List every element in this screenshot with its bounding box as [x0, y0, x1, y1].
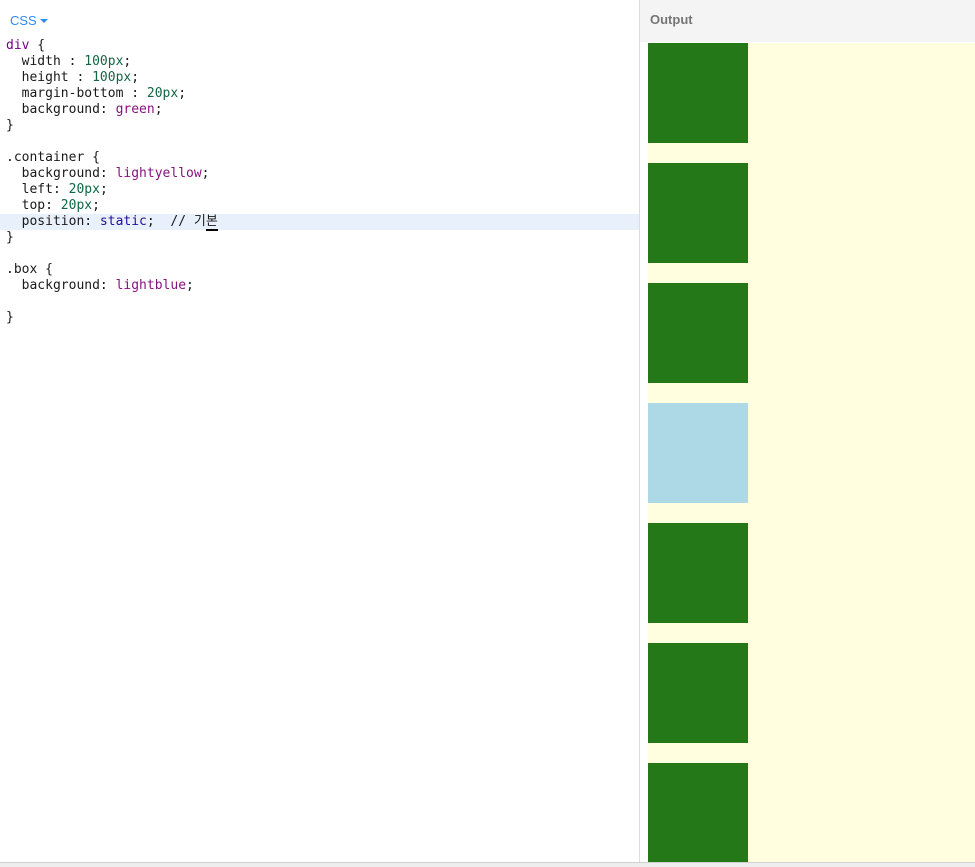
output-header: Output	[640, 0, 975, 42]
code-token: top:	[6, 198, 61, 213]
language-label: CSS	[10, 12, 37, 28]
preview-box	[648, 643, 748, 743]
code-token: ;	[92, 198, 100, 213]
code-token: ;	[131, 70, 140, 85]
code-line[interactable]: top: 20px;	[0, 198, 639, 214]
code-token: 100px	[92, 70, 132, 85]
code-token: background:	[6, 102, 116, 117]
code-token: {	[29, 38, 46, 53]
code-token: ;	[186, 278, 194, 293]
chevron-down-icon	[39, 19, 48, 23]
code-token: 100px	[84, 54, 124, 69]
bottom-bar	[0, 862, 975, 867]
code-line[interactable]: margin-bottom : 20px;	[0, 86, 639, 102]
code-token: lightblue	[115, 278, 187, 293]
code-token: static	[99, 214, 147, 229]
code-line[interactable]: background: lightblue;	[0, 278, 639, 294]
code-line[interactable]: width : 100px;	[0, 54, 639, 70]
code-line[interactable]: left: 20px;	[0, 182, 639, 198]
code-line[interactable]	[0, 246, 639, 262]
code-line[interactable]: }	[0, 310, 639, 326]
code-token: }	[6, 118, 14, 133]
code-line[interactable]: }	[0, 230, 639, 246]
language-dropdown[interactable]: CSS	[10, 12, 48, 28]
code-line[interactable]: position: static; // 기본	[0, 214, 639, 231]
preview-box	[648, 163, 748, 263]
code-token: div	[6, 38, 30, 53]
code-token: }	[6, 230, 14, 245]
code-token: .container {	[6, 150, 100, 165]
preview-box	[648, 403, 748, 503]
code-token: width :	[6, 54, 85, 69]
code-token: 20px	[68, 182, 100, 197]
preview-box	[648, 763, 748, 862]
code-token: left:	[6, 182, 69, 197]
code-line[interactable]: div {	[0, 38, 639, 54]
code-line[interactable]: background: lightyellow;	[0, 166, 639, 182]
code-line[interactable]: .box {	[0, 262, 639, 278]
output-pane: Output	[640, 0, 975, 862]
output-title: Output	[650, 12, 693, 27]
code-token: 20px	[60, 198, 93, 213]
code-token: ;	[178, 86, 187, 101]
code-line[interactable]: background: green;	[0, 102, 639, 118]
code-token: ; // 기	[146, 214, 206, 229]
preview-box	[648, 43, 748, 143]
code-token: }	[6, 310, 14, 325]
code-token: position:	[6, 214, 100, 229]
code-token: green	[115, 102, 155, 117]
code-token: 20px	[146, 86, 179, 101]
code-token: background:	[6, 278, 116, 293]
code-token: .box {	[6, 262, 53, 277]
code-token: ;	[201, 166, 210, 181]
preview-box	[648, 523, 748, 623]
code-token: ;	[99, 182, 108, 197]
code-line[interactable]: height : 100px;	[0, 70, 639, 86]
preview-container	[648, 43, 975, 862]
code-line[interactable]: }	[0, 118, 639, 134]
code-token: ;	[154, 102, 163, 117]
code-token: background:	[6, 166, 116, 181]
code-line[interactable]	[0, 134, 639, 150]
code-token: margin-bottom :	[6, 86, 147, 101]
css-editor-pane[interactable]: CSS div { width : 100px; height : 100px;…	[0, 0, 640, 862]
code-line[interactable]: .container {	[0, 150, 639, 166]
code-area[interactable]: div { width : 100px; height : 100px; mar…	[0, 38, 639, 326]
code-token: lightyellow	[115, 166, 202, 181]
code-token: ;	[123, 54, 132, 69]
preview-box	[648, 283, 748, 383]
code-token: height :	[6, 70, 93, 85]
code-token: 본	[205, 214, 218, 231]
code-line[interactable]	[0, 294, 639, 310]
